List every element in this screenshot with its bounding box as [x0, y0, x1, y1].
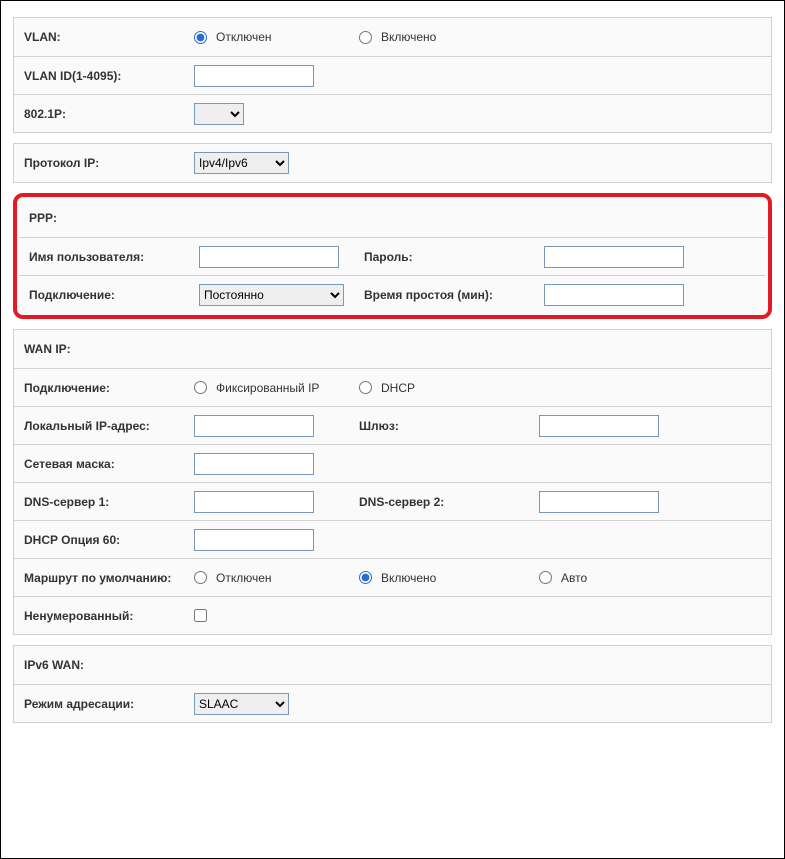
wan-route-on-text: Включено: [381, 571, 436, 585]
vlan-on-radio[interactable]: Включено: [359, 30, 436, 44]
ppp-label: PPP:: [19, 205, 189, 231]
ppp-idle-input[interactable]: [544, 284, 684, 306]
ppp-pass-label: Пароль:: [354, 244, 534, 270]
vlan-off-radio[interactable]: Отключен: [194, 30, 272, 44]
wan-route-label: Маршрут по умолчанию:: [14, 565, 184, 591]
wan-dhcp-text: DHCP: [381, 381, 415, 395]
wan-route-auto-radio[interactable]: Авто: [539, 571, 587, 585]
vlan-on-text: Включено: [381, 30, 436, 44]
ppp-user-input[interactable]: [199, 246, 339, 268]
wan-label: WAN IP:: [14, 336, 184, 362]
wan-route-auto-input[interactable]: [539, 571, 552, 584]
vlan-8021p-label: 802.1P:: [14, 101, 184, 127]
wan-unnum-label: Ненумерованный:: [14, 603, 184, 629]
wan-panel: WAN IP: Подключение: Фиксированный IP DH…: [13, 329, 772, 635]
ppp-idle-label: Время простоя (мин):: [354, 282, 534, 308]
wan-route-off-text: Отключен: [216, 571, 272, 585]
wan-mask-input[interactable]: [194, 453, 314, 475]
vlan-label: VLAN:: [14, 24, 184, 50]
ipv6-addr-label: Режим адресации:: [14, 691, 184, 717]
vlan-on-input[interactable]: [359, 31, 372, 44]
protocol-select[interactable]: Ipv4/Ipv6: [194, 152, 289, 174]
ppp-pass-input[interactable]: [544, 246, 684, 268]
wan-mask-label: Сетевая маска:: [14, 451, 184, 477]
vlan-8021p-select[interactable]: [194, 103, 244, 125]
vlan-panel: VLAN: Отключен Включено VLAN ID(1-4095):: [13, 17, 772, 133]
wan-route-on-radio[interactable]: Включено: [359, 571, 436, 585]
wan-route-on-input[interactable]: [359, 571, 372, 584]
vlan-off-input[interactable]: [194, 31, 207, 44]
vlan-id-label: VLAN ID(1-4095):: [14, 63, 184, 89]
protocol-label: Протокол IP:: [14, 150, 184, 176]
wan-dhcp-input[interactable]: [359, 381, 372, 394]
wan-localip-input[interactable]: [194, 415, 314, 437]
ppp-conn-select[interactable]: Постоянно: [199, 284, 344, 306]
ppp-user-label: Имя пользователя:: [19, 244, 189, 270]
wan-gateway-input[interactable]: [539, 415, 659, 437]
wan-dhcp60-input[interactable]: [194, 529, 314, 551]
wan-route-auto-text: Авто: [561, 571, 587, 585]
wan-fixed-radio[interactable]: Фиксированный IP: [194, 381, 319, 395]
wan-fixed-input[interactable]: [194, 381, 207, 394]
wan-unnum-checkbox[interactable]: [194, 609, 207, 622]
ppp-conn-label: Подключение:: [19, 282, 189, 308]
vlan-id-input[interactable]: [194, 65, 314, 87]
ipv6-label: IPv6 WAN:: [14, 652, 184, 678]
wan-dns1-label: DNS-сервер 1:: [14, 489, 184, 515]
wan-dns2-label: DNS-сервер 2:: [349, 489, 529, 515]
wan-route-off-input[interactable]: [194, 571, 207, 584]
wan-route-off-radio[interactable]: Отключен: [194, 571, 272, 585]
wan-dns1-input[interactable]: [194, 491, 314, 513]
wan-localip-label: Локальный IP-адрес:: [14, 413, 184, 439]
wan-fixed-text: Фиксированный IP: [216, 381, 319, 395]
wan-conn-label: Подключение:: [14, 375, 184, 401]
ipv6-addr-select[interactable]: SLAAC: [194, 693, 289, 715]
ipv6-panel: IPv6 WAN: Режим адресации: SLAAC: [13, 645, 772, 723]
wan-gateway-label: Шлюз:: [349, 413, 529, 439]
ppp-panel: PPP: Имя пользователя: Пароль: Подключен…: [13, 193, 772, 319]
wan-dhcp-radio[interactable]: DHCP: [359, 381, 415, 395]
wan-dhcp60-label: DHCP Опция 60:: [14, 527, 184, 553]
vlan-off-text: Отключен: [216, 30, 272, 44]
protocol-panel: Протокол IP: Ipv4/Ipv6: [13, 143, 772, 183]
wan-dns2-input[interactable]: [539, 491, 659, 513]
